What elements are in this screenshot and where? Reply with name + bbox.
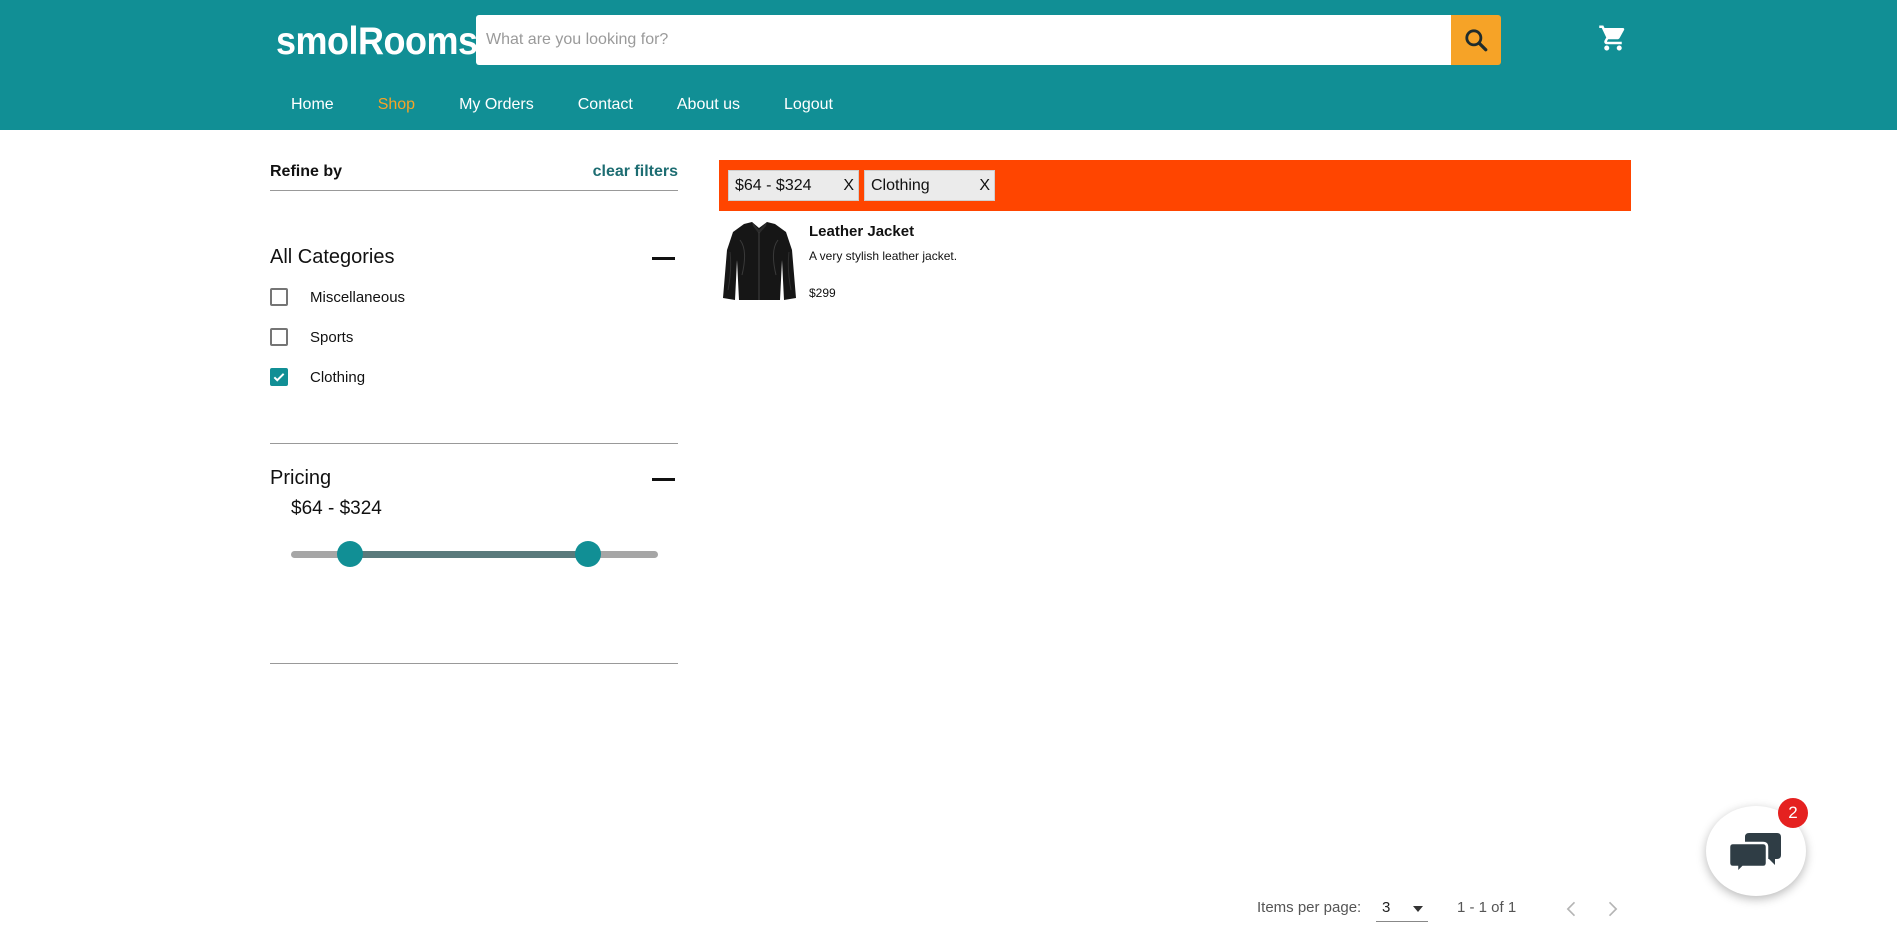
slider-selected-range [349, 551, 589, 558]
refine-by-label: Refine by [270, 163, 343, 180]
page-range-label: 1 - 1 of 1 [1457, 899, 1517, 916]
top-header: smolRooms Home Shop My Orders Contact Ab… [0, 0, 1897, 130]
brand-logo[interactable]: smolRooms [276, 18, 478, 63]
filter-sidebar: Refine by clear filters All Categories M… [270, 160, 678, 664]
active-filters-bar: $64 - $324 X Clothing X [719, 160, 1631, 211]
nav-my-orders[interactable]: My Orders [459, 96, 534, 114]
chat-bubbles-icon [1729, 833, 1781, 875]
section-divider [270, 663, 678, 664]
nav-shop[interactable]: Shop [378, 96, 415, 114]
chat-notification-badge: 2 [1778, 798, 1808, 828]
filter-chip-clothing: Clothing X [864, 170, 995, 201]
collapse-pricing-icon[interactable] [652, 478, 675, 481]
product-name[interactable]: Leather Jacket [809, 223, 914, 240]
chip-label: Clothing [871, 177, 930, 194]
search-input[interactable] [476, 15, 1451, 65]
dropdown-arrow-icon [1413, 906, 1423, 912]
items-per-page-label: Items per page: [1257, 899, 1362, 916]
category-sports[interactable]: Sports [270, 328, 353, 346]
pricing-title: Pricing [270, 467, 332, 489]
checkmark-icon [273, 373, 285, 382]
remove-filter-button[interactable]: X [843, 177, 854, 195]
chip-label: $64 - $324 [735, 177, 812, 194]
next-page-button[interactable] [1600, 897, 1624, 921]
items-per-page-value: 3 [1382, 899, 1391, 916]
price-range-text: $64 - $324 [291, 498, 382, 519]
product-price: $299 [809, 286, 836, 300]
product-description: A very stylish leather jacket. [809, 249, 958, 263]
checkbox-clothing[interactable] [270, 368, 288, 386]
collapse-categories-icon[interactable] [652, 257, 675, 260]
slider-thumb-max[interactable] [575, 541, 602, 567]
cart-icon [1599, 25, 1625, 51]
categories-title: All Categories [270, 246, 395, 268]
category-label: Miscellaneous [310, 288, 406, 306]
previous-page-button[interactable] [1560, 897, 1584, 921]
remove-filter-button[interactable]: X [979, 177, 990, 195]
price-slider[interactable] [291, 541, 658, 567]
search-icon [1465, 29, 1488, 52]
slider-thumb-min[interactable] [336, 541, 363, 567]
main-nav: Home Shop My Orders Contact About us Log… [291, 96, 877, 114]
nav-logout[interactable]: Logout [784, 96, 833, 114]
category-miscellaneous[interactable]: Miscellaneous [270, 288, 405, 306]
chevron-right-icon [1608, 901, 1618, 917]
category-label: Sports [310, 328, 354, 346]
section-divider [270, 443, 678, 444]
items-per-page-select[interactable]: 3 [1376, 897, 1428, 922]
chevron-left-icon [1566, 901, 1576, 917]
checkbox-sports[interactable] [270, 328, 288, 346]
product-image[interactable] [722, 220, 797, 302]
category-label: Clothing [310, 368, 366, 386]
clear-filters-link[interactable]: clear filters [593, 163, 678, 181]
nav-contact[interactable]: Contact [578, 96, 633, 114]
nav-about-us[interactable]: About us [677, 96, 740, 114]
refine-header: Refine by clear filters [270, 160, 678, 191]
search-button[interactable] [1451, 15, 1501, 65]
cart-button[interactable] [1598, 23, 1628, 53]
product-card[interactable]: Leather Jacket A very stylish leather ja… [719, 218, 1319, 304]
category-clothing[interactable]: Clothing [270, 368, 365, 386]
checkbox-miscellaneous[interactable] [270, 288, 288, 306]
filter-chip-price: $64 - $324 X [728, 170, 859, 201]
nav-home[interactable]: Home [291, 96, 334, 114]
